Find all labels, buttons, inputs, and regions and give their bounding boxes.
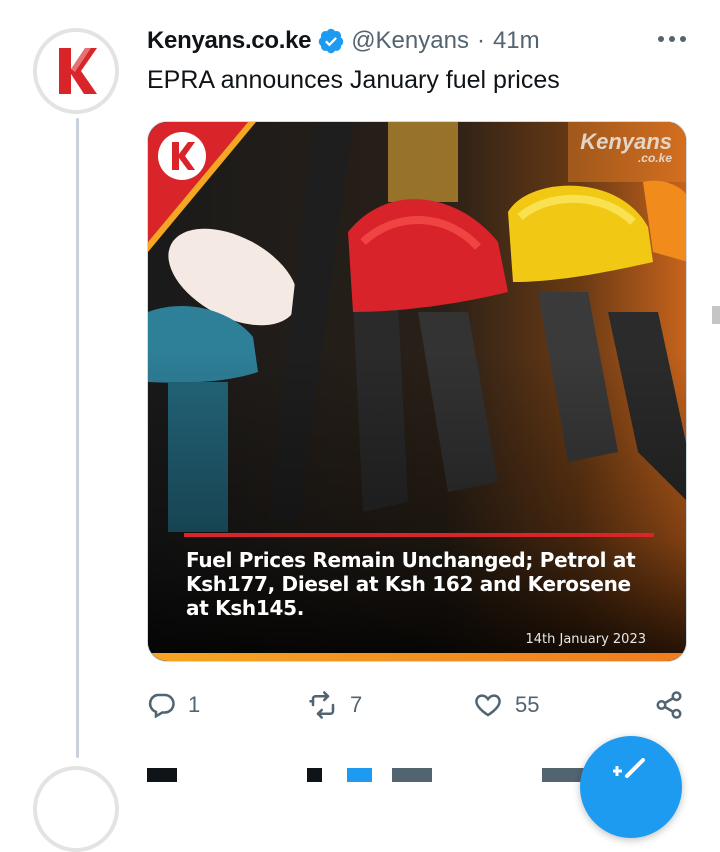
more-dots-icon[interactable] — [652, 28, 692, 50]
tweet-text: EPRA announces January fuel prices — [147, 66, 560, 94]
like-count: 55 — [515, 692, 540, 717]
media-divider — [184, 533, 654, 537]
share-icon — [656, 691, 682, 719]
compose-icon — [613, 758, 645, 778]
retweet-button[interactable]: 7 — [308, 688, 362, 722]
thread-line — [76, 118, 79, 758]
retweet-icon — [309, 691, 335, 719]
media-date: 14th January 2023 — [525, 632, 646, 647]
tweet-media-image[interactable]: Kenyans .co.ke Fuel Prices Remain Unchan… — [147, 121, 687, 662]
kenyans-k-logo-icon — [37, 32, 115, 110]
media-bottom-bar — [148, 653, 686, 661]
scrollbar-thumb[interactable] — [712, 306, 720, 324]
reply-count: 1 — [188, 692, 201, 717]
tweet-actions: 1 7 55 — [146, 688, 691, 722]
avatar[interactable] — [33, 28, 119, 114]
reply-icon — [148, 693, 175, 719]
media-headline: Fuel Prices Remain Unchanged; Petrol at … — [186, 548, 636, 620]
handle[interactable]: @Kenyans — [351, 27, 469, 55]
reply-button[interactable]: 1 — [146, 688, 200, 722]
verified-badge-icon — [318, 28, 344, 54]
retweet-count: 7 — [350, 692, 363, 717]
share-button[interactable] — [654, 688, 684, 722]
timestamp[interactable]: 41m — [493, 27, 540, 55]
separator-dot: · — [476, 27, 485, 54]
compose-tweet-button[interactable] — [580, 736, 682, 838]
heart-icon — [475, 694, 501, 717]
media-brand-logo: Kenyans .co.ke — [580, 131, 672, 165]
display-name[interactable]: Kenyans.co.ke — [147, 27, 311, 55]
next-tweet-avatar[interactable] — [33, 766, 119, 852]
tweet-header: Kenyans.co.ke @Kenyans · 41m — [147, 26, 540, 56]
like-button[interactable]: 55 — [473, 688, 539, 722]
